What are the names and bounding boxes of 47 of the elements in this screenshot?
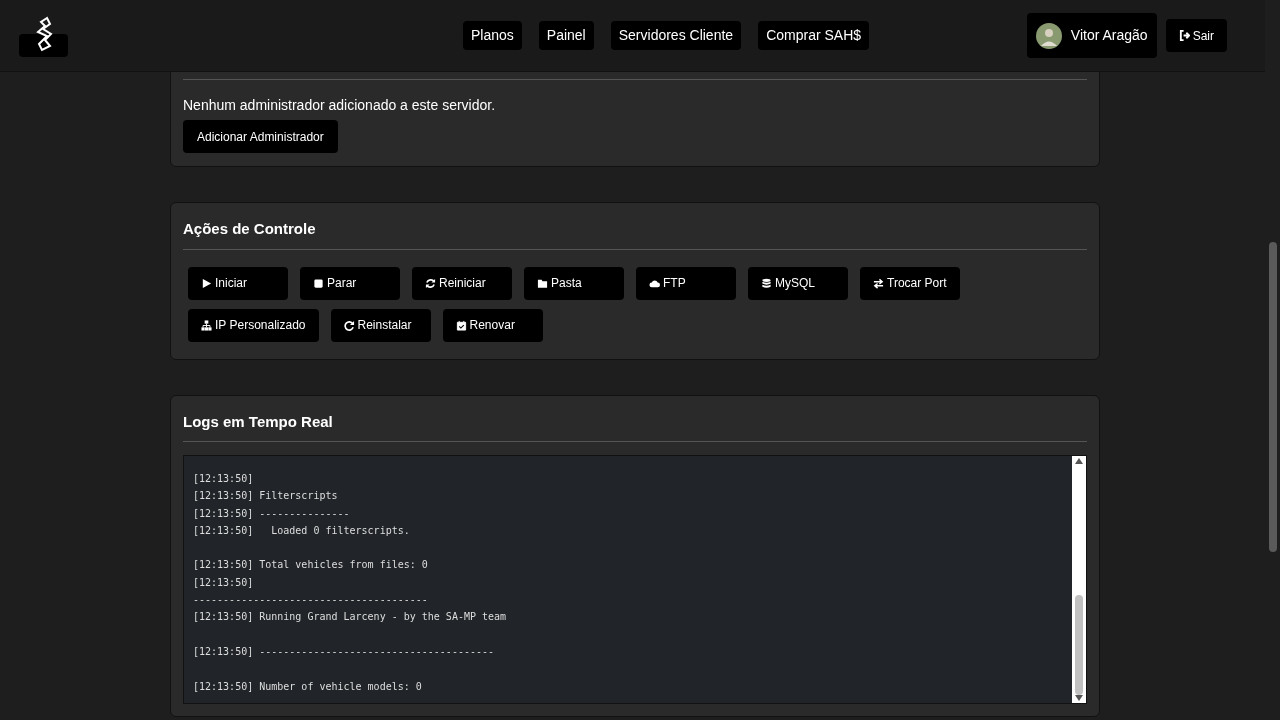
log-line: [12:13:50] --------------- [193,506,350,521]
redo-icon [343,319,355,331]
swap-icon [873,277,884,289]
log-line: [12:13:50] Loaded 0 filterscripts. [193,523,410,538]
control-button[interactable]: Renovar [442,308,543,342]
log-line: [12:13:50] Number of vehicle models: 0 [193,679,422,694]
logout-button[interactable]: Sair [1165,19,1227,52]
control-button[interactable]: FTP [636,266,736,300]
empty-message: Nenhum administrador adicionado a este servidor. [183,96,497,115]
scrollbar-thumb[interactable] [1268,242,1277,552]
play-icon [201,277,212,289]
log-line: [12:13:50] Filterscripts [193,489,338,504]
nav-link[interactable]: Planos [463,21,522,50]
control-button[interactable]: Reinstalar [330,308,431,342]
user-menu[interactable]: Vitor Aragão [1026,13,1157,58]
control-button[interactable]: Reiniciar [412,266,512,300]
control-button[interactable]: IP Personalizado [188,308,319,342]
folder-icon [537,277,548,289]
add-admin-button[interactable]: Adicionar Administrador [183,120,338,153]
log-line: [12:13:50] [193,472,254,486]
nav-link[interactable]: Painel [538,21,594,50]
nav-link[interactable]: Servidores Cliente [610,21,742,50]
control-button[interactable]: Trocar Port [860,266,960,300]
scroll-up-icon[interactable] [1075,458,1083,464]
network-icon [201,319,212,331]
section-title: Ações de Controle [183,218,1087,250]
log-line: [12:13:50] --------------------------------------- [193,644,495,659]
section-title: Logs em Tempo Real [183,410,1087,442]
sync-icon [425,277,436,289]
control-button[interactable]: Parar [300,266,400,300]
logout-icon [1178,30,1190,41]
log-line: [12:13:50] [193,575,254,590]
control-button[interactable]: Pasta [524,266,624,300]
user-name: Vitor Aragão [1070,26,1148,45]
calendar-icon [455,319,467,331]
log-line: [12:13:50] Running Grand Larceny - by the SA-MP team [193,610,507,625]
control-button[interactable]: Iniciar [188,266,288,300]
avatar [1035,22,1062,49]
nav-link[interactable]: Comprar SAH$ [758,21,870,50]
log-line: [12:13:50] Total vehicles from files: 0 [193,558,428,573]
database-icon [761,277,772,289]
control-button[interactable]: MySQL [748,266,848,300]
logo-background [19,34,68,57]
log-line: --------------------------------------- [193,593,428,608]
stop-icon [313,277,324,289]
scrollbar-thumb[interactable] [1075,595,1083,695]
scrollbar[interactable] [1072,456,1086,703]
